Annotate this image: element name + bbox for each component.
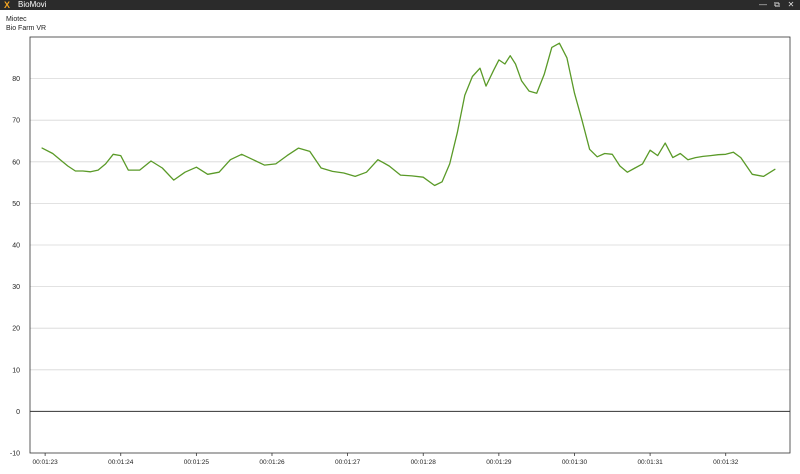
y-tick-label: 10	[12, 367, 20, 374]
y-tick-label: 30	[12, 284, 20, 291]
x-tick-label: 00:01:29	[486, 459, 512, 466]
axis-layer	[29, 36, 791, 456]
grid-layer	[30, 78, 790, 371]
series-line	[41, 42, 776, 187]
signal-chart: -1001020304050607080 00:01:23 00:01:24 00:…	[10, 36, 791, 466]
x-tick-label: 00:01:24	[108, 459, 134, 466]
y-tick-label: 60	[12, 159, 20, 166]
x-tick-label: 00:01:25	[184, 459, 210, 466]
y-tick-label: 0	[16, 409, 20, 416]
x-tick-label: 00:01:30	[562, 459, 588, 466]
y-tick-label: 70	[12, 118, 20, 125]
x-tick-label: 00:01:28	[411, 459, 437, 466]
x-tick-label: 00:01:26	[259, 459, 285, 466]
x-tick-label: 00:01:31	[637, 459, 663, 466]
y-tick-label: 80	[12, 76, 20, 83]
x-tick-labels: 00:01:23 00:01:24 00:01:25 00:01:26 00:01:27…	[32, 459, 738, 466]
x-tick-label: 00:01:27	[335, 459, 361, 466]
x-tick-label: 00:01:23	[32, 459, 58, 466]
y-tick-labels: -10 0 10 20 30 40 50 60 70 80	[10, 76, 20, 457]
y-tick-label: 40	[12, 243, 20, 250]
series-layer	[41, 42, 776, 187]
y-tick-label: 20	[12, 326, 20, 333]
y-tick-label: 50	[12, 201, 20, 208]
x-tick-label: 00:01:32	[713, 459, 739, 466]
y-tick-label: -10	[10, 451, 20, 458]
